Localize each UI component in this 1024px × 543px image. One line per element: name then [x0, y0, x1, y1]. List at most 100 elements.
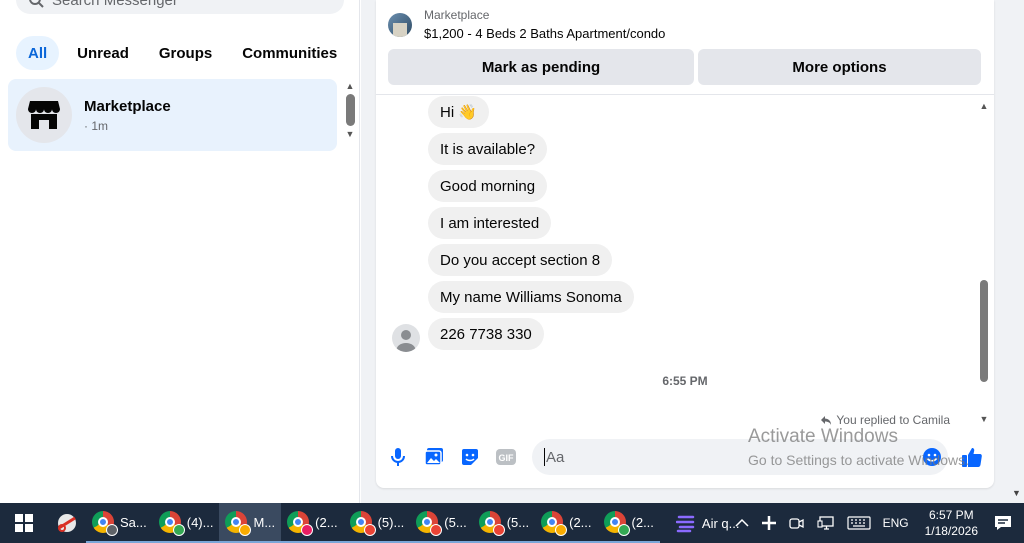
clock-date: 1/18/2026	[924, 524, 978, 538]
conversation-list-panel: Search Messenger All Unread Groups Commu…	[0, 0, 360, 503]
message-composer: GIF Aa	[376, 437, 994, 477]
chrome-icon	[349, 511, 376, 536]
chrome-icon	[603, 511, 630, 536]
language-indicator[interactable]: ENG	[877, 516, 915, 530]
message-bubble: I am interested	[428, 207, 552, 239]
filter-unread[interactable]: Unread	[65, 36, 141, 70]
photo-icon[interactable]	[422, 445, 446, 469]
chat-scrollbar[interactable]: ▲ ▼	[978, 100, 990, 425]
mark-as-pending-button[interactable]: Mark as pending	[388, 49, 694, 85]
taskbar-app-label: (2...	[631, 514, 654, 530]
sender-avatar[interactable]	[392, 324, 420, 352]
network-icon[interactable]	[811, 515, 841, 531]
page-scroll-down-arrow[interactable]: ▼	[1012, 488, 1021, 498]
message-bubble: Hi 👋	[428, 96, 490, 128]
default-user-icon	[396, 330, 416, 352]
listing-actions: Mark as pending More options	[388, 49, 981, 85]
chrome-icon	[478, 511, 505, 536]
filter-groups[interactable]: Groups	[147, 36, 224, 70]
chevron-up-icon[interactable]	[729, 518, 755, 528]
system-tray: ENG 6:57 PM 1/18/2026	[729, 503, 1024, 543]
air-quality-icon	[675, 515, 695, 533]
search-placeholder: Search Messenger	[52, 0, 178, 9]
conversation-list-scrollbar[interactable]: ▲ ▼	[344, 80, 356, 150]
scroll-up-arrow[interactable]: ▲	[344, 80, 356, 92]
taskbar-chrome-window-4[interactable]: (2...	[281, 503, 344, 543]
clock[interactable]: 6:57 PM 1/18/2026	[915, 507, 988, 539]
emoji-icon[interactable]	[920, 445, 944, 469]
listing-header[interactable]: Marketplace $1,200 - 4 Beds 2 Baths Apar…	[388, 8, 665, 41]
taskbar-app-label: Sa...	[120, 514, 147, 530]
message-input[interactable]: Aa	[532, 439, 948, 475]
search-icon	[29, 0, 44, 8]
scroll-thumb[interactable]	[345, 94, 355, 126]
taskbar-app-label: (5)...	[377, 514, 405, 530]
windows-logo-icon	[15, 514, 33, 532]
taskbar-app-label: (4)...	[186, 514, 214, 530]
taskbar-snipping-tool[interactable]	[48, 503, 86, 543]
taskbar-chrome-window-1[interactable]: Sa...	[86, 503, 153, 543]
replied-note-text: You replied to Camila	[836, 413, 950, 427]
message-bubble: Good morning	[428, 170, 548, 202]
scroll-down-arrow[interactable]: ▼	[978, 413, 990, 425]
taskbar-app-label: (5...	[506, 514, 530, 530]
reply-arrow-icon	[821, 416, 832, 425]
notifications-icon[interactable]	[988, 515, 1024, 531]
conversation-marketplace[interactable]: Marketplace · 1m	[8, 79, 337, 151]
filter-communities[interactable]: Communities	[230, 36, 349, 70]
thumbs-up-icon[interactable]	[960, 445, 984, 469]
storefront-icon	[28, 101, 60, 129]
filter-chips: All Unread Groups Communities	[16, 36, 349, 70]
taskbar-app-label: (5...	[444, 514, 467, 530]
message-input-placeholder: Aa	[546, 448, 565, 466]
listing-category: Marketplace	[424, 8, 490, 22]
svg-text:GIF: GIF	[499, 453, 515, 463]
taskbar-chrome-window-7[interactable]: (5...	[472, 503, 536, 543]
chrome-icon	[92, 511, 118, 536]
scroll-thumb[interactable]	[980, 280, 988, 382]
start-button[interactable]	[0, 503, 48, 543]
snipping-tool-icon	[58, 514, 76, 532]
message-bubble: My name Williams Sonoma	[428, 281, 634, 313]
taskbar-chrome-window-3[interactable]: M...	[219, 503, 282, 543]
more-options-button[interactable]: More options	[698, 49, 981, 85]
plus-icon[interactable]	[755, 515, 783, 531]
chat-window: Marketplace $1,200 - 4 Beds 2 Baths Apar…	[376, 0, 994, 488]
chrome-icon	[158, 511, 185, 536]
windows-taskbar: Sa... (4)... M... (2... (5)... (5... (5.…	[0, 503, 1024, 543]
gif-icon[interactable]: GIF	[494, 445, 518, 469]
scroll-up-arrow[interactable]: ▲	[978, 100, 990, 112]
conversation-name: Marketplace	[84, 97, 171, 115]
chrome-icon	[287, 511, 314, 536]
message-thread: Hi 👋 It is available? Good morning I am …	[376, 95, 994, 435]
taskbar-chrome-window-5[interactable]: (5)...	[343, 503, 411, 543]
taskbar-chrome-window-8[interactable]: (2...	[535, 503, 598, 543]
meet-now-icon[interactable]	[783, 515, 811, 531]
message-bubble: It is available?	[428, 133, 548, 165]
sticker-icon[interactable]	[458, 445, 482, 469]
listing-title: $1,200 - 4 Beds 2 Baths Apartment/condo	[424, 26, 666, 41]
conversation-time: · 1m	[84, 118, 108, 133]
taskbar-app-label: M...	[253, 514, 276, 530]
replied-note: You replied to Camila	[820, 413, 950, 427]
message-bubble: 226 7738 330	[428, 318, 544, 350]
taskbar-chrome-window-9[interactable]: (2...	[597, 503, 660, 543]
microphone-icon[interactable]	[386, 445, 410, 469]
listing-thumbnail	[388, 12, 412, 37]
keyboard-icon[interactable]	[841, 516, 877, 530]
taskbar-app-label: (2...	[315, 514, 338, 530]
chrome-icon	[225, 511, 252, 536]
message-bubble: Do you accept section 8	[428, 244, 613, 276]
scroll-down-arrow[interactable]: ▼	[344, 128, 356, 140]
text-caret	[544, 448, 545, 466]
chrome-icon	[541, 511, 568, 536]
taskbar-chrome-window-2[interactable]: (4)...	[152, 503, 220, 543]
clock-time: 6:57 PM	[928, 508, 974, 522]
search-messenger[interactable]: Search Messenger	[16, 0, 344, 14]
taskbar-chrome-window-6[interactable]: (5...	[410, 503, 473, 543]
filter-all[interactable]: All	[16, 36, 60, 70]
message-timestamp: 6:55 PM	[662, 374, 708, 388]
avatar	[16, 87, 72, 143]
taskbar-app-label: (2...	[569, 514, 592, 530]
chrome-icon	[416, 511, 443, 536]
